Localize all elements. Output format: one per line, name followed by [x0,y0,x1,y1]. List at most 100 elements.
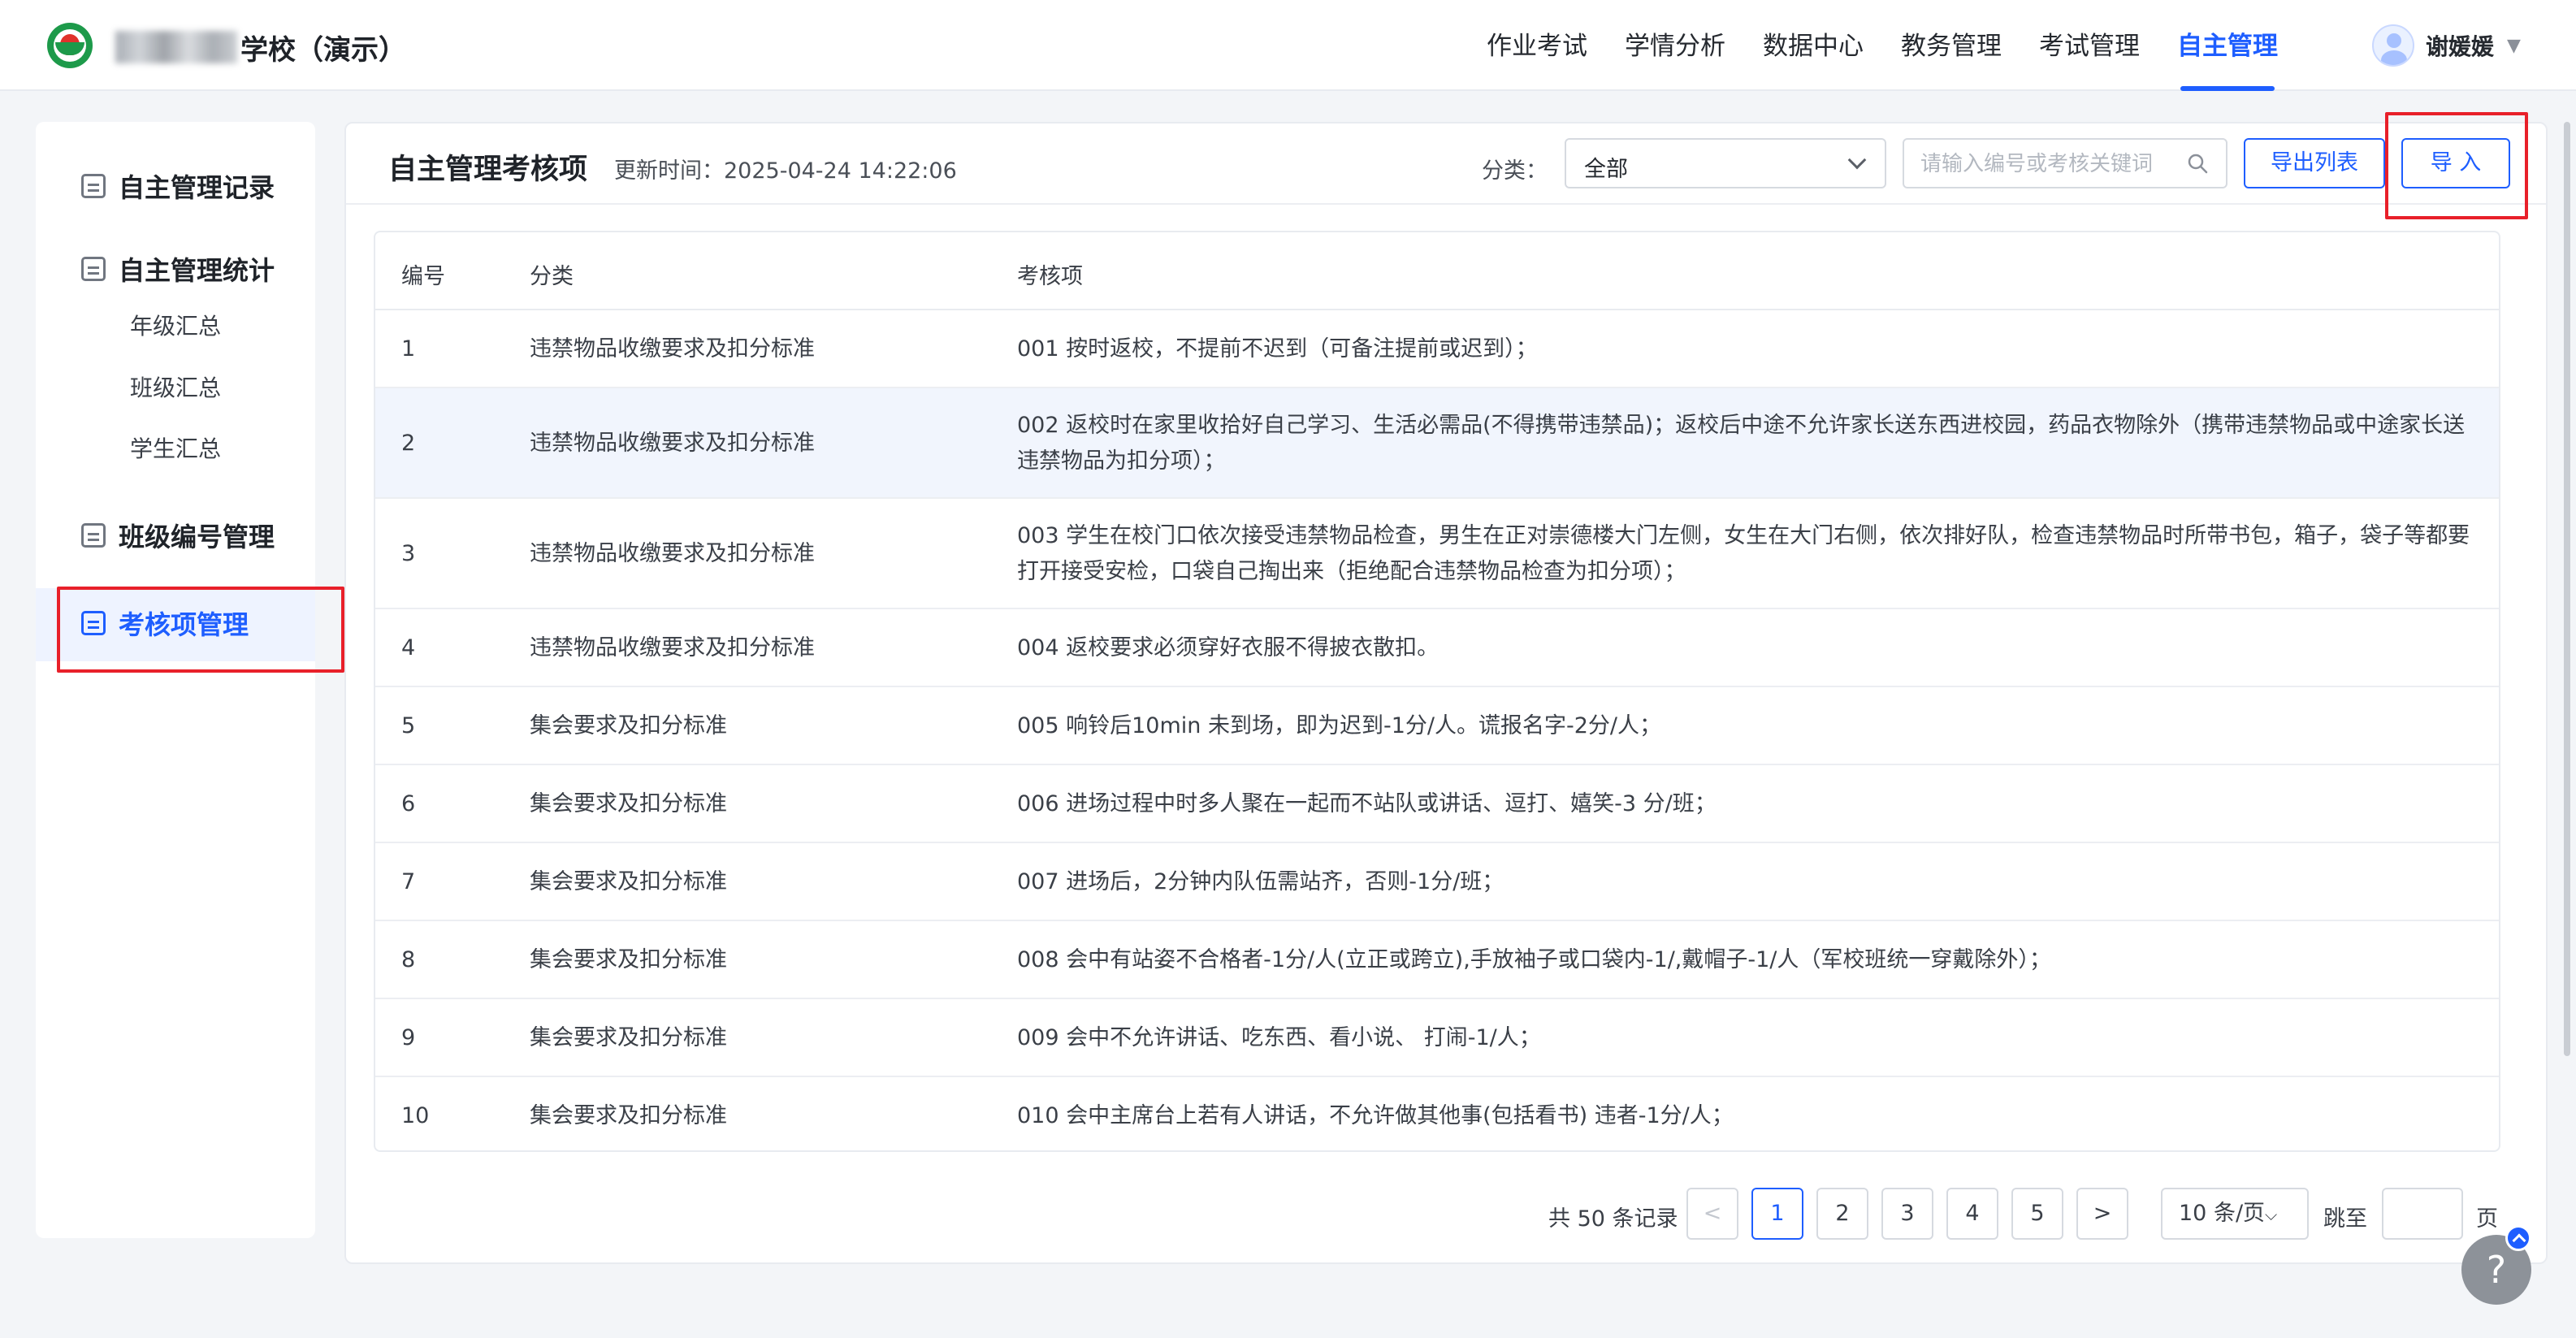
goto-label: 跳至 [2323,1206,2367,1232]
table-row[interactable]: 8 集会要求及扣分标准 008 会中有站姿不合格者-1分/人(立正或跨立),手放袖子… [375,921,2499,999]
cell-item: 008 会中有站姿不合格者-1分/人(立正或跨立),手放袖子或口袋内-1/,戴帽… [1017,947,2051,972]
avatar-icon [2372,24,2414,67]
cell-item: 004 返校要求必须穿好衣服不得披衣散扣。 [1017,635,1440,660]
sidebar-sub-class[interactable]: 班级汇总 [130,370,221,403]
cell-category: 集会要求及扣分标准 [530,869,727,894]
chevron-down-icon [1847,150,1867,170]
tag-icon [81,523,106,548]
table-row[interactable]: 9 集会要求及扣分标准 009 会中不允许讲话、吃东西、看小说、 打闹-1/人； [375,999,2499,1077]
goto-page-input[interactable] [2382,1188,2463,1240]
page-button-3[interactable]: 3 [1881,1188,1933,1240]
page-button-5[interactable]: 5 [2011,1188,2063,1240]
page-suffix: 页 [2476,1206,2498,1232]
pagination: 共 50 条记录 < 12345 > 10 条/页⌵ 跳至 页 [346,1188,2546,1241]
column-header-no: 编号 [401,264,445,289]
cell-category: 违禁物品收缴要求及扣分标准 [530,336,815,362]
top-nav: 作业考试 学情分析 数据中心 教务管理 考试管理 自主管理 [1487,0,2315,91]
chevron-up-icon[interactable] [2505,1225,2531,1251]
table-row[interactable]: 3 违禁物品收缴要求及扣分标准 003 学生在校门口依次接受违禁物品检查，男生在正对… [375,499,2499,609]
cell-item: 007 进场后，2分钟内队伍需站齐，否则-1分/班； [1017,869,1504,894]
sidebar-item-stats[interactable]: 自主管理统计 [81,250,275,288]
cell-item: 006 进场过程中时多人聚在一起而不站队或讲话、逗打、嬉笑-3 分/班； [1017,791,1717,816]
page-button-2[interactable]: 2 [1816,1188,1868,1240]
category-value: 全部 [1584,157,1628,182]
table-row[interactable]: 10 集会要求及扣分标准 010 会中主席台上若有人讲话，不允许做其他事(包括看书)… [375,1077,2499,1150]
page-button-4[interactable]: 4 [1946,1188,1998,1240]
total-records: 共 50 条记录 [1548,1206,1678,1232]
cell-category: 违禁物品收缴要求及扣分标准 [530,635,815,660]
table-row[interactable]: 1 违禁物品收缴要求及扣分标准 001 按时返校，不提前不迟到（可备注提前或迟到）； [375,310,2499,388]
search-icon[interactable] [2187,153,2208,174]
cell-item: 001 按时返校，不提前不迟到（可备注提前或迟到）； [1017,336,1538,362]
table-row[interactable]: 7 集会要求及扣分标准 007 进场后，2分钟内队伍需站齐，否则-1分/班； [375,843,2499,921]
cell-item: 003 学生在校门口依次接受违禁物品检查，男生在正对崇德楼大门左侧，女生在大门右… [1017,523,2470,584]
sidebar-item-record[interactable]: 自主管理记录 [81,167,275,205]
column-header-category: 分类 [530,264,574,289]
cell-item: 009 会中不允许讲话、吃东西、看小说、 打闹-1/人； [1017,1025,1541,1050]
chevron-down-icon: ▼ [2507,35,2521,56]
sidebar: 自主管理记录 自主管理统计 年级汇总 班级汇总 学生汇总 班级编号管理 考核项管… [36,122,315,1238]
cell-no: 1 [401,336,416,362]
cell-no: 9 [401,1025,416,1050]
page-size-value: 10 条/页 [2179,1201,2266,1226]
search-input[interactable] [1920,149,2180,179]
chevron-down-icon: ⌵ [2265,1205,2278,1224]
user-name: 谢媛媛 [2426,33,2495,60]
table-header: 编号 分类 考核项 [375,232,2499,310]
user-menu[interactable]: 谢媛媛 ▼ [2372,23,2521,68]
table-row[interactable]: 6 集会要求及扣分标准 006 进场过程中时多人聚在一起而不站队或讲话、逗打、嬉笑-… [375,765,2499,843]
search-box[interactable] [1903,138,2227,188]
annotation-highlight-sidebar [57,587,344,673]
cell-no: 5 [401,713,416,738]
assessment-table: 编号 分类 考核项 1 违禁物品收缴要求及扣分标准 001 按时返校，不提前不迟到（… [374,231,2500,1152]
nav-item-0[interactable]: 作业考试 [1487,0,1587,91]
nav-item-1[interactable]: 学情分析 [1625,0,1725,91]
nav-item-5[interactable]: 自主管理 [2177,0,2278,91]
cell-item: 002 返校时在家里收拾好自己学习、生活必需品(不得携带违禁品)；返校后中途不允… [1017,413,2466,474]
cell-item: 010 会中主席台上若有人讲话，不允许做其他事(包括看书) 违者-1分/人； [1017,1103,1734,1128]
table-row[interactable]: 2 违禁物品收缴要求及扣分标准 002 返校时在家里收拾好自己学习、生活必需品(不得… [375,388,2499,499]
cell-category: 违禁物品收缴要求及扣分标准 [530,541,815,566]
prev-page-button[interactable]: < [1686,1188,1738,1240]
cell-category: 集会要求及扣分标准 [530,713,727,738]
page-title: 自主管理考核项 [388,154,588,186]
cell-no: 4 [401,635,416,660]
record-icon [81,174,106,198]
update-time: 更新时间：2025-04-24 14:22:06 [614,158,957,184]
sidebar-item-class-number[interactable]: 班级编号管理 [81,517,275,554]
nav-item-4[interactable]: 考试管理 [2039,0,2140,91]
category-select[interactable]: 全部 [1565,138,1886,188]
sidebar-sub-grade[interactable]: 年级汇总 [130,309,221,341]
next-page-button[interactable]: > [2076,1188,2128,1240]
cell-category: 集会要求及扣分标准 [530,947,727,972]
nav-item-3[interactable]: 教务管理 [1901,0,2002,91]
cell-category: 集会要求及扣分标准 [530,791,727,816]
school-name-redacted [115,31,237,63]
school-logo [47,23,93,68]
cell-no: 10 [401,1103,430,1128]
cell-no: 7 [401,869,416,894]
cell-item: 005 响铃后10min 未到场，即为迟到-1分/人。谎报名字-2分/人； [1017,713,1662,738]
nav-item-2[interactable]: 数据中心 [1763,0,1864,91]
sidebar-item-label: 自主管理统计 [119,255,275,286]
cell-no: 8 [401,947,416,972]
chart-icon [81,257,106,281]
sidebar-item-label: 班级编号管理 [119,522,275,552]
cell-no: 6 [401,791,416,816]
table-body: 1 违禁物品收缴要求及扣分标准 001 按时返校，不提前不迟到（可备注提前或迟到）；… [375,310,2499,1150]
column-header-item: 考核项 [1017,264,1083,289]
cell-no: 3 [401,541,416,566]
table-row[interactable]: 5 集会要求及扣分标准 005 响铃后10min 未到场，即为迟到-1分/人。谎报名… [375,687,2499,765]
page-scrollbar[interactable] [2564,122,2570,1056]
cell-no: 2 [401,431,416,456]
table-row[interactable]: 4 违禁物品收缴要求及扣分标准 004 返校要求必须穿好衣服不得披衣散扣。 [375,609,2499,687]
top-header: 学校（演示） 作业考试 学情分析 数据中心 教务管理 考试管理 自主管理 谢媛媛 ▼ [0,0,2576,91]
main-panel: 自主管理考核项 更新时间：2025-04-24 14:22:06 分类： 全部 … [344,122,2548,1264]
toolbar: 自主管理考核项 更新时间：2025-04-24 14:22:06 分类： 全部 … [346,123,2546,205]
export-list-button[interactable]: 导出列表 [2244,138,2385,188]
page-size-select[interactable]: 10 条/页⌵ [2161,1188,2309,1240]
sidebar-item-label: 自主管理记录 [119,172,275,203]
page-button-1[interactable]: 1 [1751,1188,1803,1240]
school-name: 学校（演示） [240,34,406,67]
sidebar-sub-student[interactable]: 学生汇总 [130,431,221,464]
